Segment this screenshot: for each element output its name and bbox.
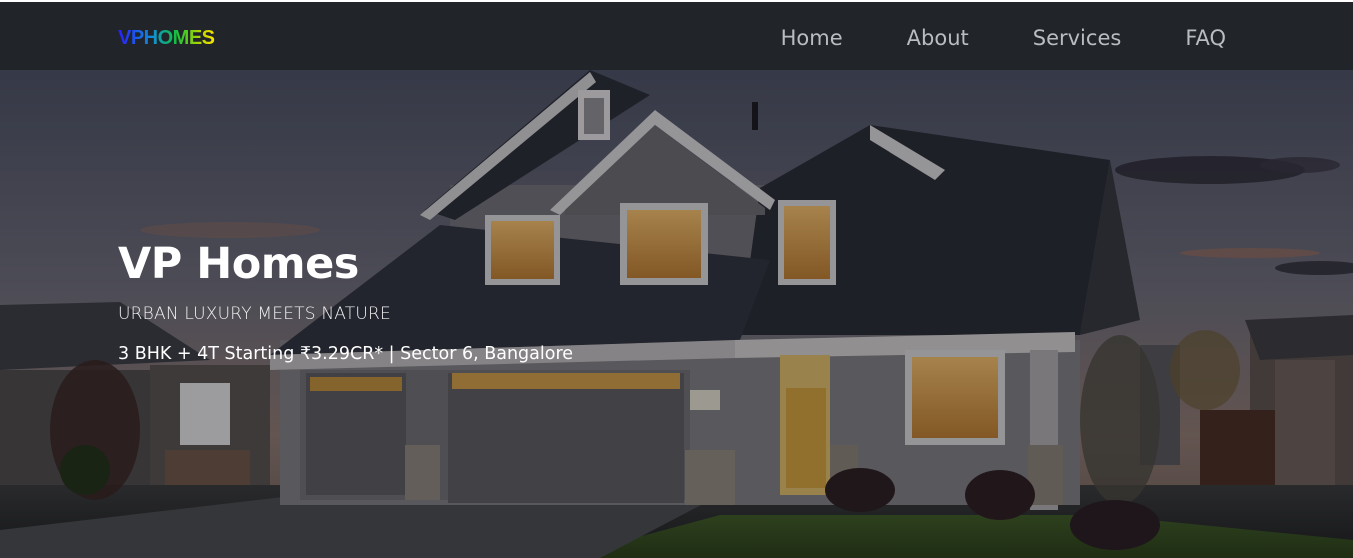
hero-content: VP Homes URBAN LUXURY MEETS NATURE 3 BHK… bbox=[118, 240, 573, 364]
hero-title: VP Homes bbox=[118, 239, 359, 289]
hero-section: VP Homes URBAN LUXURY MEETS NATURE 3 BHK… bbox=[0, 70, 1353, 558]
nav-link-home[interactable]: Home bbox=[781, 22, 843, 54]
nav-links: Home About Services FAQ bbox=[781, 22, 1226, 54]
brand-logo[interactable]: VPHOMES bbox=[118, 25, 215, 51]
nav-link-about[interactable]: About bbox=[907, 22, 969, 54]
nav-link-services[interactable]: Services bbox=[1033, 22, 1122, 54]
nav-link-faq[interactable]: FAQ bbox=[1185, 22, 1226, 54]
hero-tagline: URBAN LUXURY MEETS NATURE bbox=[118, 304, 391, 324]
navbar: VPHOMES Home About Services FAQ bbox=[0, 2, 1353, 70]
hero-details: 3 BHK + 4T Starting ₹3.29CR* | Sector 6,… bbox=[118, 344, 574, 364]
